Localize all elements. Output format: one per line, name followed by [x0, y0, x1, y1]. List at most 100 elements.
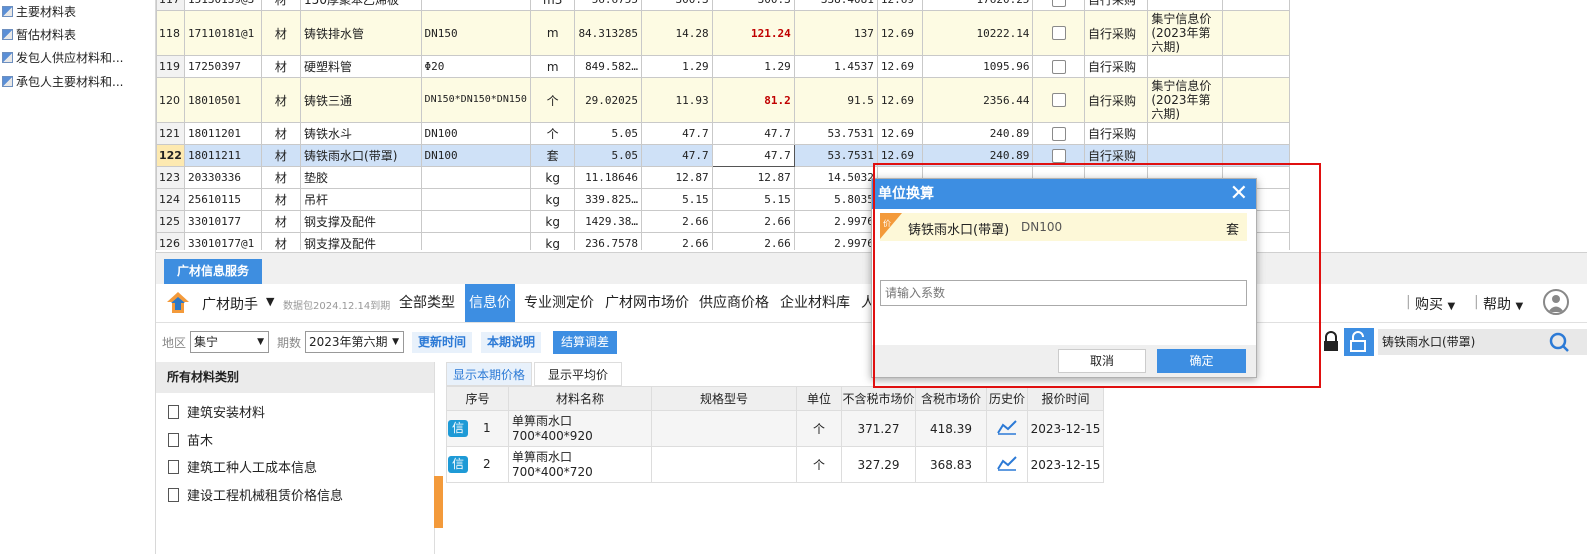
category-item-machinery-rental[interactable]: 建设工程机械租赁价格信息 [168, 485, 343, 504]
cell-cb[interactable] [1032, 10, 1085, 56]
cell-qty[interactable]: 236.7578 [574, 232, 643, 250]
cell-spec[interactable] [420, 210, 531, 233]
cell-note[interactable] [1147, 55, 1223, 78]
cell-rate[interactable]: 12.69 [876, 0, 923, 11]
cell-p2[interactable]: 47.7 [711, 144, 795, 167]
collapse-handle[interactable] [434, 476, 443, 528]
cell-p3[interactable]: 2.9976 [793, 232, 878, 250]
period-note-button[interactable]: 本期说明 [481, 332, 542, 353]
category-item-building-install[interactable]: 建筑安装材料 [168, 402, 265, 421]
tree-item-employer-materials[interactable]: 发包人供应材料和... [0, 47, 123, 69]
cell-p1[interactable]: 2.66 [641, 232, 713, 250]
cell-p1[interactable]: 12.87 [641, 166, 713, 189]
brand-dropdown-icon[interactable]: ▼ [266, 295, 274, 308]
unlock-icon[interactable] [1344, 328, 1374, 356]
cell-qty[interactable]: 5.05 [574, 144, 643, 167]
cell-spec[interactable] [420, 166, 531, 189]
cell-type[interactable]: 材 [260, 55, 302, 78]
cell-code[interactable]: 17250397 [183, 55, 262, 78]
cell-p1[interactable]: 2.66 [641, 210, 713, 233]
cell-p3[interactable]: 14.5032 [793, 166, 878, 189]
cell-rate[interactable]: 12.69 [876, 55, 923, 78]
cell-spec[interactable]: DN100 [420, 144, 531, 167]
row-number[interactable]: 118 [156, 10, 185, 56]
cell-purchase[interactable]: 自行采购 [1083, 122, 1149, 145]
lock-icon[interactable] [1322, 331, 1342, 353]
cell-rate[interactable]: 12.69 [876, 77, 923, 123]
region-select[interactable]: 集宁 ▼ [190, 331, 269, 353]
cell-p2[interactable]: 47.7 [711, 122, 795, 145]
cell-p1[interactable]: 300.3 [641, 0, 713, 11]
cell-p2[interactable]: 300.3 [711, 0, 795, 11]
cell-total[interactable]: 17620.25 [921, 0, 1034, 11]
cell-p2[interactable]: 1.29 [711, 55, 795, 78]
cell-name[interactable]: 铸铁三通 [300, 77, 422, 123]
buy-menu[interactable]: 购买 ▼ [1415, 294, 1455, 314]
cell-p3[interactable]: 2.9976 [793, 210, 878, 233]
cell-p2[interactable]: 81.2 [711, 77, 795, 123]
cell-code[interactable]: 17110181@1 [183, 10, 262, 56]
user-avatar-icon[interactable] [1543, 289, 1569, 315]
cell-p2[interactable]: 12.87 [711, 166, 795, 189]
cell-name[interactable]: 垫胶 [300, 166, 422, 189]
cell-p1[interactable]: 47.7 [641, 144, 713, 167]
table-row[interactable]: 118 17110181@1 材铸铁排水管 DN150 m 84.313285 14.28 1… [156, 10, 1290, 56]
cell-unit[interactable]: m [529, 10, 576, 56]
history-chart-icon[interactable] [986, 410, 1028, 447]
cell-extra[interactable] [1221, 10, 1290, 56]
cell-name[interactable]: 硬塑料管 [300, 55, 422, 78]
cell-p2[interactable]: 2.66 [711, 232, 795, 250]
cell-unit[interactable]: m [529, 55, 576, 78]
cell-name[interactable]: 150厚聚苯乙烯板 [300, 0, 422, 11]
row-checkbox[interactable] [1051, 0, 1066, 7]
cell-type[interactable]: 材 [260, 188, 302, 211]
cell-qty[interactable]: 1429.38… [574, 210, 643, 233]
cell-qty[interactable]: 29.02025 [574, 77, 643, 123]
update-time-button[interactable]: 更新时间 [412, 332, 473, 353]
tab-material-info-service[interactable]: 广材信息服务 [164, 259, 262, 284]
cell-cb[interactable] [1032, 77, 1085, 123]
row-number[interactable]: 119 [156, 55, 185, 78]
cell-unit[interactable]: kg [529, 188, 576, 211]
cell-name[interactable]: 钢支撑及配件 [300, 210, 422, 233]
row-number[interactable]: 124 [156, 188, 185, 211]
cell-code[interactable]: 18011211 [183, 144, 262, 167]
search-icon[interactable] [1543, 329, 1587, 355]
row-number[interactable]: 126 [156, 232, 185, 250]
tab-all-types[interactable]: 全部类型 [399, 284, 455, 322]
tab-info-price[interactable]: 信息价 [465, 284, 515, 322]
tree-item-provisional-materials[interactable]: 暂估材料表 [0, 24, 76, 46]
cell-cb[interactable] [1032, 0, 1085, 11]
cell-spec[interactable]: DN100 [420, 122, 531, 145]
cell-code[interactable]: 25610115 [183, 188, 262, 211]
cell-spec[interactable]: Φ20 [420, 55, 531, 78]
cell-unit[interactable]: kg [529, 166, 576, 189]
cell-code[interactable]: 18010501 [183, 77, 262, 123]
cell-cb[interactable] [1032, 55, 1085, 78]
cell-p3[interactable]: 53.7531 [793, 144, 878, 167]
cell-p2[interactable]: 5.15 [711, 188, 795, 211]
cell-unit[interactable]: m3 [529, 0, 576, 11]
cell-p1[interactable]: 47.7 [641, 122, 713, 145]
table-row[interactable]: 11715130139@3材150厚聚苯乙烯板m356.6755300.3300… [156, 0, 1290, 11]
cell-p3[interactable]: 1.4537 [793, 55, 878, 78]
cell-type[interactable]: 材 [260, 122, 302, 145]
cell-spec[interactable] [420, 0, 531, 11]
category-item-labor-cost[interactable]: 建筑工种人工成本信息 [168, 457, 317, 476]
cell-p1[interactable]: 1.29 [641, 55, 713, 78]
tree-item-main-materials[interactable]: 主要材料表 [0, 1, 76, 23]
cell-qty[interactable]: 84.313285 [574, 10, 643, 56]
cell-spec[interactable]: DN150 [420, 10, 531, 56]
cell-p2[interactable]: 121.24 [711, 10, 795, 56]
cell-p1[interactable]: 5.15 [641, 188, 713, 211]
tab-enterprise-library[interactable]: 企业材料库 [780, 284, 850, 322]
cell-p1[interactable]: 14.28 [641, 10, 713, 56]
cell-extra[interactable] [1221, 122, 1290, 145]
category-item-nursery[interactable]: 苗木 [168, 430, 213, 449]
row-number[interactable]: 121 [156, 122, 185, 145]
cell-qty[interactable]: 339.825… [574, 188, 643, 211]
cell-spec[interactable] [420, 232, 531, 250]
cell-unit[interactable]: 个 [529, 77, 576, 123]
table-row[interactable]: 120 18010501 材铸铁三通 DN150*DN150*DN150 个 29.020… [156, 77, 1290, 123]
cell-p1[interactable]: 11.93 [641, 77, 713, 123]
